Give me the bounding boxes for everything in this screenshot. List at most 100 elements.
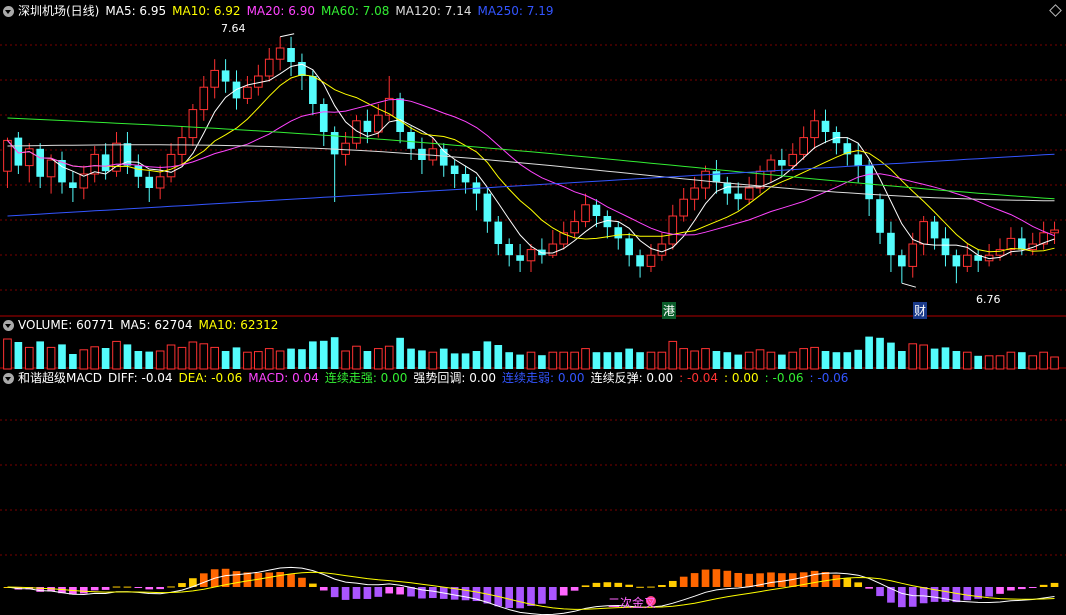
macd-bar — [538, 587, 546, 604]
volume-bar — [755, 349, 765, 370]
volume-bar — [734, 354, 743, 369]
ma5-line — [7, 63, 1055, 260]
candle-body — [788, 153, 798, 167]
macd-bar — [330, 587, 339, 598]
macd-bar — [167, 586, 175, 588]
candle-body — [221, 70, 230, 82]
macd-bar — [658, 585, 666, 587]
volume-bar — [221, 351, 230, 369]
candle-body — [734, 193, 743, 200]
candle-body — [887, 232, 895, 256]
collapse-icon[interactable] — [3, 372, 14, 384]
candle-body — [407, 132, 415, 149]
volume-bar — [614, 352, 623, 369]
volume-bar — [472, 351, 481, 369]
high-label: 7.64 — [221, 22, 246, 35]
volume-bar — [210, 346, 220, 370]
extra-label-2: : 0.00 — [724, 371, 759, 385]
macd-bar — [385, 587, 394, 594]
ma5-label: MA5: 6.95 — [105, 4, 167, 18]
volume-bar — [898, 351, 906, 369]
candle-body — [243, 86, 252, 99]
volume-bar — [984, 355, 994, 370]
volume-bar — [516, 354, 524, 369]
candle-body — [898, 255, 906, 267]
volume-bar — [581, 348, 590, 370]
candle-body — [538, 249, 546, 256]
candle-body — [319, 104, 328, 132]
candle-body — [101, 154, 110, 172]
volume-bar — [788, 351, 798, 370]
macd-bar — [898, 587, 906, 608]
candle-body — [112, 142, 121, 172]
candle-body — [646, 254, 656, 267]
volume-bar — [494, 345, 503, 369]
candle-body — [3, 139, 12, 172]
macd-bar — [603, 582, 612, 587]
volume-bar — [865, 336, 873, 369]
security-title: 深圳机场(日线) — [18, 4, 100, 18]
volume-bar — [145, 351, 154, 369]
volume-bar — [243, 351, 252, 370]
candle-body — [679, 198, 689, 217]
ma120-line — [7, 144, 1055, 202]
volume-bar — [843, 352, 852, 369]
volume-bar — [373, 348, 383, 370]
volume-bar — [919, 344, 928, 370]
macd-title: 和谐超级MACD — [18, 371, 102, 385]
macd-bar — [123, 586, 132, 588]
macd-bar — [418, 587, 426, 599]
event-tag-cai[interactable]: 财 — [913, 302, 928, 319]
volume-bar — [461, 353, 470, 369]
macd-bar — [679, 576, 688, 587]
volume-bar — [603, 352, 612, 369]
macd-bar — [952, 587, 961, 603]
candle-body — [177, 137, 187, 155]
macd-label: MACD: 0.04 — [248, 371, 319, 385]
candle-body — [701, 170, 710, 189]
candle-body — [799, 137, 808, 155]
volume-bar — [821, 351, 830, 369]
candle-body — [516, 255, 524, 261]
event-tag-gang[interactable]: 港 — [662, 302, 677, 319]
volume-bar — [690, 350, 699, 370]
candle-body — [636, 255, 644, 267]
macd-bar — [1007, 587, 1015, 591]
candle-body — [526, 249, 536, 262]
macd-bar — [1018, 587, 1026, 590]
macd-bar — [1050, 582, 1059, 587]
volume-bar — [625, 348, 633, 369]
volume-bar — [483, 341, 492, 369]
candle-body — [908, 243, 918, 267]
volume-bar — [341, 350, 350, 370]
volume-bar — [319, 340, 328, 369]
volume-bar — [952, 351, 961, 369]
macd-bar — [243, 572, 252, 587]
macd-bar — [134, 587, 143, 588]
candle-body — [919, 221, 928, 245]
macd-signal-text: 二次金叉 — [608, 596, 657, 610]
volume-bar — [407, 348, 415, 369]
macd-bar — [1028, 587, 1037, 588]
collapse-icon[interactable] — [3, 5, 14, 17]
volume-bar — [636, 352, 644, 369]
macd-bar — [559, 587, 568, 596]
candle-body — [373, 114, 383, 133]
macd-bar — [363, 587, 372, 599]
stock-chart[interactable] — [0, 0, 1066, 615]
volume-bar — [134, 351, 143, 369]
candle-body — [450, 165, 459, 174]
collapse-icon[interactable] — [3, 319, 14, 331]
volume-bar — [439, 348, 448, 369]
candle-body — [810, 120, 819, 139]
candle-body — [952, 255, 961, 267]
candle-body — [210, 69, 220, 88]
candle-body — [744, 187, 754, 200]
volume-bar — [188, 341, 198, 370]
volume-bar — [428, 351, 438, 370]
volume-bar — [287, 348, 295, 369]
volume-bar — [14, 342, 23, 369]
candle-body — [428, 148, 438, 161]
macd-bar — [548, 587, 557, 601]
volume-bar — [101, 348, 110, 369]
